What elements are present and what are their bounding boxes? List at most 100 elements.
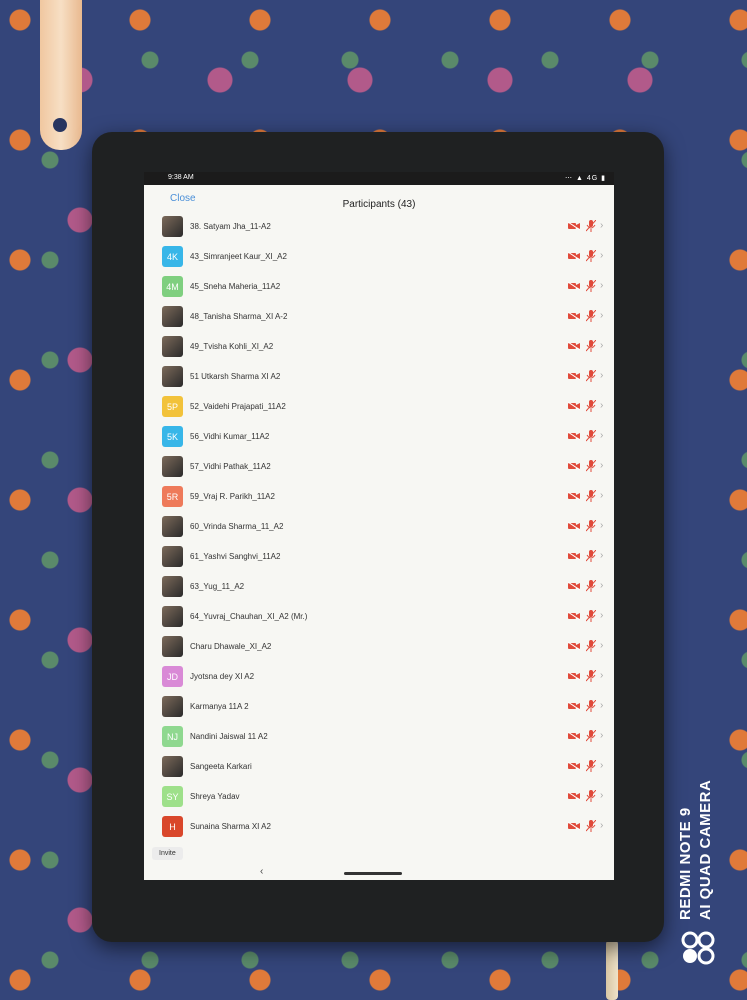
camera-off-icon (568, 342, 580, 350)
camera-off-icon (568, 492, 580, 500)
mic-muted-icon (586, 610, 596, 622)
system-nav-bar: ‹ (144, 866, 614, 880)
camera-off-icon (568, 432, 580, 440)
avatar-initials: NJ (167, 731, 178, 742)
participant-row[interactable]: SY Shreya Yadav › (144, 782, 614, 812)
chevron-right-icon[interactable]: › (600, 250, 603, 261)
participant-row[interactable]: 63_Yug_11_A2 › (144, 572, 614, 602)
participant-name: Shreya Yadav (190, 792, 240, 801)
camera-off-icon (568, 612, 580, 620)
avatar-initials: JD (167, 671, 178, 682)
camera-off-icon (568, 732, 580, 740)
back-icon[interactable]: ‹ (260, 866, 263, 877)
chevron-right-icon[interactable]: › (600, 670, 603, 681)
chevron-right-icon[interactable]: › (600, 220, 603, 231)
chevron-right-icon[interactable]: › (600, 340, 603, 351)
participant-row[interactable]: 38. Satyam Jha_11-A2 › (144, 212, 614, 242)
home-handle[interactable] (344, 872, 402, 875)
pen-dot (53, 118, 67, 132)
mic-muted-icon (586, 280, 596, 292)
avatar-initials: 4K (166, 251, 178, 262)
avatar: NJ (162, 726, 183, 747)
participant-name: 64_Yuvraj_Chauhan_XI_A2 (Mr.) (190, 612, 308, 621)
status-bar: 9:38 AM ⋯ ▲ 4G ▮ (144, 172, 614, 185)
participant-row[interactable]: 60_Vrinda Sharma_11_A2 › (144, 512, 614, 542)
chevron-right-icon[interactable]: › (600, 730, 603, 741)
mic-muted-icon (586, 460, 596, 472)
participant-name: 38. Satyam Jha_11-A2 (190, 222, 271, 231)
chevron-right-icon[interactable]: › (600, 280, 603, 291)
camera-off-icon (568, 762, 580, 770)
participant-row[interactable]: 5K 56_Vidhi Kumar_11A2 › (144, 422, 614, 452)
avatar-initials: SY (166, 791, 179, 802)
participant-row[interactable]: 64_Yuvraj_Chauhan_XI_A2 (Mr.) › (144, 602, 614, 632)
participant-name: 57_Vidhi Pathak_11A2 (190, 462, 271, 471)
camera-off-icon (568, 462, 580, 470)
chevron-right-icon[interactable]: › (600, 640, 603, 651)
participant-row[interactable]: Sangeeta Karkari › (144, 752, 614, 782)
participant-list: 38. Satyam Jha_11-A2 › 4K 43_Simranjeet Kau… (144, 212, 614, 842)
chevron-right-icon[interactable]: › (600, 490, 603, 501)
participant-row[interactable]: 4K 43_Simranjeet Kaur_XI_A2 › (144, 242, 614, 272)
avatar (162, 636, 183, 657)
chevron-right-icon[interactable]: › (600, 370, 603, 381)
participant-name: 59_Vraj R. Parikh_11A2 (190, 492, 275, 501)
avatar (162, 696, 183, 717)
participant-name: 51 Utkarsh Sharma XI A2 (190, 372, 281, 381)
participant-row[interactable]: 48_Tanisha Sharma_XI A-2 › (144, 302, 614, 332)
chevron-right-icon[interactable]: › (600, 460, 603, 471)
chevron-right-icon[interactable]: › (600, 520, 603, 531)
avatar: 5K (162, 426, 183, 447)
participant-row[interactable]: 5P 52_Vaidehi Prajapati_11A2 › (144, 392, 614, 422)
camera-off-icon (568, 672, 580, 680)
mic-muted-icon (586, 730, 596, 742)
mic-muted-icon (586, 790, 596, 802)
participant-row[interactable]: NJ Nandini Jaiswal 11 A2 › (144, 722, 614, 752)
camera-off-icon (568, 222, 580, 230)
camera-off-icon (568, 702, 580, 710)
participant-row[interactable]: H Sunaina Sharma XI A2 › (144, 812, 614, 842)
participant-row[interactable]: 5R 59_Vraj R. Parikh_11A2 › (144, 482, 614, 512)
chevron-right-icon[interactable]: › (600, 790, 603, 801)
avatar: JD (162, 666, 183, 687)
avatar: 4K (162, 246, 183, 267)
camera-off-icon (568, 522, 580, 530)
chevron-right-icon[interactable]: › (600, 430, 603, 441)
participant-row[interactable]: JD Jyotsna dey XI A2 › (144, 662, 614, 692)
chevron-right-icon[interactable]: › (600, 550, 603, 561)
avatar-initials: 5P (166, 401, 178, 412)
avatar: 5P (162, 396, 183, 417)
chevron-right-icon[interactable]: › (600, 580, 603, 591)
mic-muted-icon (586, 520, 596, 532)
chevron-right-icon[interactable]: › (600, 310, 603, 321)
participant-row[interactable]: 4M 45_Sneha Maheria_11A2 › (144, 272, 614, 302)
avatar (162, 366, 183, 387)
participant-row[interactable]: Karmanya 11A 2 › (144, 692, 614, 722)
participant-row[interactable]: 51 Utkarsh Sharma XI A2 › (144, 362, 614, 392)
avatar (162, 516, 183, 537)
avatar-initials: H (169, 821, 176, 832)
chevron-right-icon[interactable]: › (600, 820, 603, 831)
mic-muted-icon (586, 250, 596, 262)
participant-row[interactable]: 61_Yashvi Sanghvi_11A2 › (144, 542, 614, 572)
status-time: 9:38 AM (168, 174, 194, 181)
chevron-right-icon[interactable]: › (600, 610, 603, 621)
avatar (162, 756, 183, 777)
participant-name: 56_Vidhi Kumar_11A2 (190, 432, 270, 441)
participant-row[interactable]: Charu Dhawale_XI_A2 › (144, 632, 614, 662)
participant-name: Sangeeta Karkari (190, 762, 252, 771)
chevron-right-icon[interactable]: › (600, 700, 603, 711)
avatar-initials: 4M (166, 281, 179, 292)
participant-row[interactable]: 57_Vidhi Pathak_11A2 › (144, 452, 614, 482)
participant-name: 48_Tanisha Sharma_XI A-2 (190, 312, 288, 321)
mic-muted-icon (586, 640, 596, 652)
charging-cable (606, 940, 618, 1000)
participant-name: 49_Tvisha Kohli_XI_A2 (190, 342, 274, 351)
participants-header: Close Participants (43) (144, 185, 614, 211)
participant-row[interactable]: 49_Tvisha Kohli_XI_A2 › (144, 332, 614, 362)
camera-off-icon (568, 822, 580, 830)
avatar (162, 306, 183, 327)
chevron-right-icon[interactable]: › (600, 400, 603, 411)
invite-button[interactable]: Invite (152, 847, 183, 860)
chevron-right-icon[interactable]: › (600, 760, 603, 771)
